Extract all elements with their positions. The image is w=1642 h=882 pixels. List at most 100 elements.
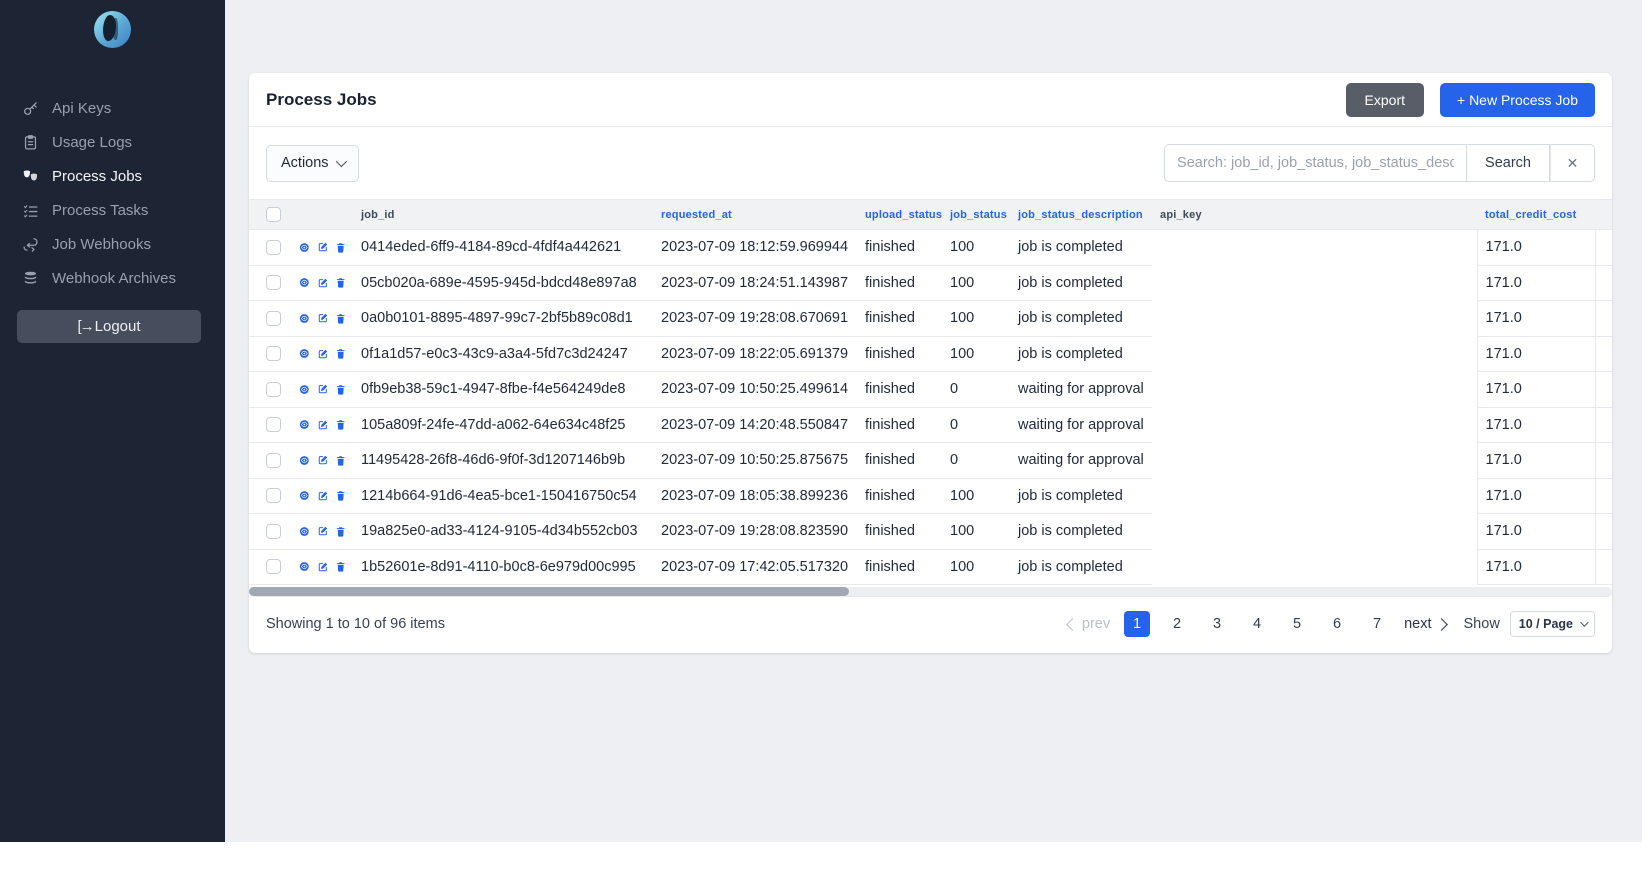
show-label: Show — [1464, 616, 1500, 632]
page-size-select[interactable]: 10 / Page — [1510, 611, 1595, 637]
delete-icon[interactable] — [336, 381, 345, 398]
export-button[interactable]: Export — [1346, 83, 1424, 117]
horizontal-scrollbar-thumb[interactable] — [249, 587, 849, 596]
cell-job-status-description: waiting for approval — [1010, 407, 1152, 443]
delete-icon[interactable] — [336, 487, 345, 504]
page-button-4[interactable]: 4 — [1244, 611, 1270, 637]
row-checkbox[interactable] — [266, 488, 281, 503]
row-checkbox[interactable] — [266, 240, 281, 255]
delete-icon[interactable] — [336, 345, 345, 362]
view-icon[interactable] — [299, 239, 310, 256]
page-title: Process Jobs — [266, 90, 377, 110]
card-footer: Showing 1 to 10 of 96 items prev 1234567… — [249, 597, 1612, 653]
sidebar-item-usage-logs[interactable]: Usage Logs — [0, 125, 225, 159]
edit-icon[interactable] — [318, 417, 328, 433]
search-input[interactable] — [1164, 144, 1467, 182]
page-button-7[interactable]: 7 — [1364, 611, 1390, 637]
cell-job-status-description: job is completed — [1010, 514, 1152, 550]
edit-icon[interactable] — [318, 275, 328, 291]
delete-icon[interactable] — [336, 416, 345, 433]
row-actions — [299, 239, 345, 256]
edit-icon[interactable] — [318, 346, 328, 362]
sidebar-item-job-webhooks[interactable]: Job Webhooks — [0, 227, 225, 261]
header-cell-job-status-description[interactable]: job_status_description — [1010, 200, 1152, 230]
view-icon[interactable] — [299, 558, 310, 575]
table-row: 0fb9eb38-59c1-4947-8fbe-f4e564249de8 202… — [249, 372, 1612, 408]
row-checkbox[interactable] — [266, 382, 281, 397]
edit-icon[interactable] — [318, 559, 328, 575]
row-checkbox[interactable] — [266, 275, 281, 290]
page-button-6[interactable]: 6 — [1324, 611, 1350, 637]
delete-icon[interactable] — [336, 558, 345, 575]
delete-icon[interactable] — [336, 452, 345, 469]
cell-job-id: 05cb020a-689e-4595-945d-bdcd48e897a8 — [353, 265, 653, 301]
row-checkbox[interactable] — [266, 524, 281, 539]
delete-icon[interactable] — [336, 310, 345, 327]
clear-search-button[interactable]: ✕ — [1550, 144, 1595, 182]
view-icon[interactable] — [299, 274, 310, 291]
view-icon[interactable] — [299, 487, 310, 504]
new-process-job-button[interactable]: + New Process Job — [1440, 83, 1595, 117]
cell-spacer — [1595, 407, 1612, 443]
select-all-checkbox[interactable] — [266, 207, 281, 222]
edit-icon[interactable] — [318, 239, 328, 255]
cell-job-id: 0f1a1d57-e0c3-43c9-a3a4-5fd7c3d24247 — [353, 336, 653, 372]
header-cell-job-status[interactable]: job_status — [942, 200, 1010, 230]
edit-icon[interactable] — [318, 488, 328, 504]
edit-icon[interactable] — [318, 310, 328, 326]
cell-upload-status: finished — [857, 478, 942, 514]
header-cell-requested-at[interactable]: requested_at — [653, 200, 857, 230]
search-button[interactable]: Search — [1467, 144, 1550, 182]
view-icon[interactable] — [299, 345, 310, 362]
view-icon[interactable] — [299, 416, 310, 433]
delete-icon[interactable] — [336, 239, 345, 256]
view-icon[interactable] — [299, 523, 310, 540]
actions-dropdown-button[interactable]: Actions — [266, 145, 359, 182]
pagination-prev[interactable]: prev — [1068, 616, 1110, 632]
cell-requested-at: 2023-07-09 17:42:05.517320 — [653, 549, 857, 585]
edit-icon[interactable] — [318, 452, 328, 468]
process-jobs-card: Process Jobs Export + New Process Job Ac… — [249, 73, 1612, 653]
header-cell-total-credit-cost[interactable]: total_credit_cost — [1477, 200, 1595, 230]
cell-spacer — [1595, 549, 1612, 585]
cell-total-credit-cost: 171.0 — [1477, 443, 1595, 479]
page-button-2[interactable]: 2 — [1164, 611, 1190, 637]
delete-icon[interactable] — [336, 274, 345, 291]
cell-upload-status: finished — [857, 336, 942, 372]
cell-job-status: 100 — [942, 265, 1010, 301]
sidebar-item-webhook-archives[interactable]: Webhook Archives — [0, 261, 225, 295]
horizontal-scrollbar-track[interactable] — [249, 587, 1612, 597]
page-button-5[interactable]: 5 — [1284, 611, 1310, 637]
row-actions — [299, 558, 345, 575]
pagination-next[interactable]: next — [1404, 616, 1445, 632]
header-cell-api-key: api_key — [1152, 200, 1477, 230]
sidebar-item-api-keys[interactable]: Api Keys — [0, 91, 225, 125]
cell-api-key — [1152, 407, 1477, 443]
edit-icon[interactable] — [318, 381, 328, 397]
sidebar-item-process-tasks[interactable]: Process Tasks — [0, 193, 225, 227]
edit-icon[interactable] — [318, 523, 328, 539]
view-icon[interactable] — [299, 310, 310, 327]
page-button-3[interactable]: 3 — [1204, 611, 1230, 637]
view-icon[interactable] — [299, 381, 310, 398]
row-checkbox[interactable] — [266, 311, 281, 326]
next-label: next — [1404, 616, 1431, 632]
row-actions — [299, 345, 345, 362]
sidebar-item-process-jobs[interactable]: Process Jobs — [0, 159, 225, 193]
header-cell-upload-status[interactable]: upload_status — [857, 200, 942, 230]
row-checkbox[interactable] — [266, 453, 281, 468]
cell-api-key — [1152, 443, 1477, 479]
delete-icon[interactable] — [336, 523, 345, 540]
page-button-1[interactable]: 1 — [1124, 611, 1150, 637]
view-icon[interactable] — [299, 452, 310, 469]
row-checkbox[interactable] — [266, 346, 281, 361]
logout-button[interactable]: [→Logout — [17, 310, 201, 343]
cell-api-key — [1152, 549, 1477, 585]
row-checkbox[interactable] — [266, 559, 281, 574]
cell-spacer — [1595, 265, 1612, 301]
row-checkbox[interactable] — [266, 417, 281, 432]
table-row: 1b52601e-8d91-4110-b0c8-6e979d00c995 202… — [249, 549, 1612, 585]
cell-job-status: 100 — [942, 336, 1010, 372]
sidebar-item-label: Process Tasks — [52, 202, 148, 219]
chevron-right-icon — [1435, 618, 1448, 631]
